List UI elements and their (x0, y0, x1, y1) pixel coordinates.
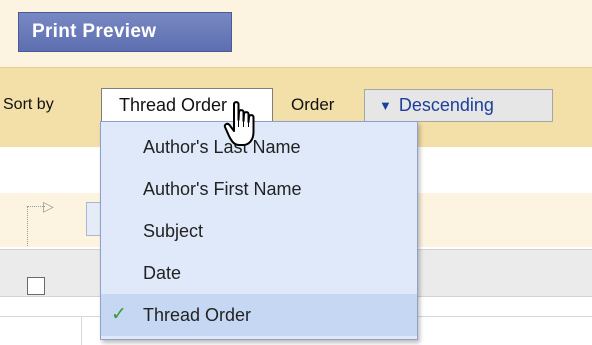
triangle-down-icon: ▼ (379, 98, 392, 113)
sort-by-label: Sort by (3, 96, 54, 113)
sort-option-label: Author's First Name (143, 179, 302, 199)
sort-option-thread-order[interactable]: ✓ Thread Order (101, 294, 417, 336)
sort-option-label: Thread Order (143, 305, 252, 325)
thread-arrow-icon: ▷ (43, 198, 54, 214)
order-toggle-button[interactable]: ▼ Descending (364, 89, 553, 122)
order-value: Descending (398, 95, 494, 115)
hand-pointer-cursor-icon (223, 101, 255, 146)
column-divider (81, 317, 82, 345)
thread-connector-vertical (27, 206, 28, 246)
sort-option-label: Date (143, 263, 182, 283)
print-preview-button[interactable]: Print Preview (18, 12, 232, 52)
sort-dropdown-menu: Author's Last Name Author's First Name S… (100, 121, 418, 340)
sort-option-subject[interactable]: Subject (101, 210, 417, 252)
select-all-checkbox[interactable] (27, 277, 45, 295)
sort-option-date[interactable]: Date (101, 252, 417, 294)
sort-option-author-first-name[interactable]: Author's First Name (101, 168, 417, 210)
checkmark-icon: ✓ (111, 304, 127, 325)
sort-option-label: Subject (143, 221, 204, 241)
page-header-band: Print Preview (0, 0, 592, 67)
order-label: Order (291, 95, 335, 114)
